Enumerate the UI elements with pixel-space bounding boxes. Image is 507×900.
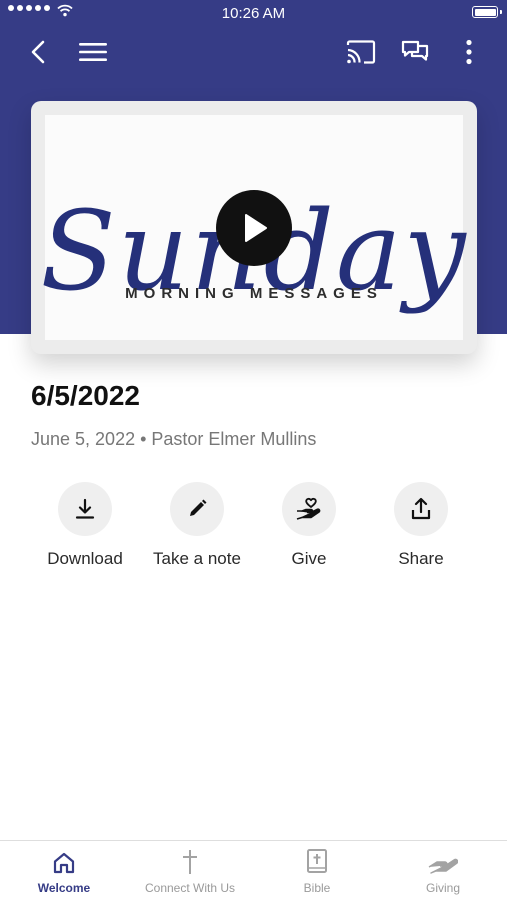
give-button[interactable]: Give [253,482,365,572]
battery-icon [472,6,502,18]
play-icon [245,214,267,242]
chat-bubbles-icon [401,40,429,61]
tab-welcome-label: Welcome [37,881,91,895]
tab-giving[interactable]: Giving [380,841,506,900]
chevron-left-icon [31,40,45,64]
download-label: Download [47,549,123,568]
nav-bar [0,30,507,74]
status-bar: 10:26 AM [0,0,507,26]
home-icon [1,841,127,875]
sermon-media-card[interactable]: Sunday MORNING MESSAGES [31,101,477,354]
action-row: Download Take a note Give Share [29,482,479,572]
bible-icon [254,841,380,875]
cast-button[interactable] [339,30,383,74]
sermon-title: 6/5/2022 [31,380,140,411]
tab-connect-label: Connect With Us [144,881,236,895]
giving-hand-icon [380,841,506,875]
bottom-tab-bar: Welcome Connect With Us Bible Giving [0,840,507,900]
tab-giving-label: Giving [425,881,460,895]
take-note-label: Take a note [153,549,241,568]
tab-bible-label: Bible [303,881,331,895]
heart-hand-icon [282,482,336,536]
cross-icon [127,841,253,875]
status-time: 10:26 AM [221,5,286,22]
tab-connect-with-us[interactable]: Connect With Us [127,841,253,900]
download-icon [58,482,112,536]
menu-button[interactable] [71,30,115,74]
tab-welcome[interactable]: Welcome [1,841,127,900]
media-subtitle: MORNING MESSAGES [125,285,383,302]
share-button[interactable]: Share [365,482,477,572]
share-icon [394,482,448,536]
chat-button[interactable] [393,30,437,74]
cast-icon [346,40,376,64]
take-note-button[interactable]: Take a note [141,482,253,572]
more-options-button[interactable] [447,30,491,74]
share-label: Share [398,549,444,568]
sermon-meta: June 5, 2022 • Pastor Elmer Mullins [31,429,317,449]
pencil-icon [170,482,224,536]
back-button[interactable] [16,30,60,74]
tab-bible[interactable]: Bible [254,841,380,900]
download-button[interactable]: Download [29,482,141,572]
play-button[interactable] [216,190,292,266]
give-label: Give [291,549,327,568]
more-vertical-icon [466,39,472,65]
hamburger-icon [79,43,107,61]
